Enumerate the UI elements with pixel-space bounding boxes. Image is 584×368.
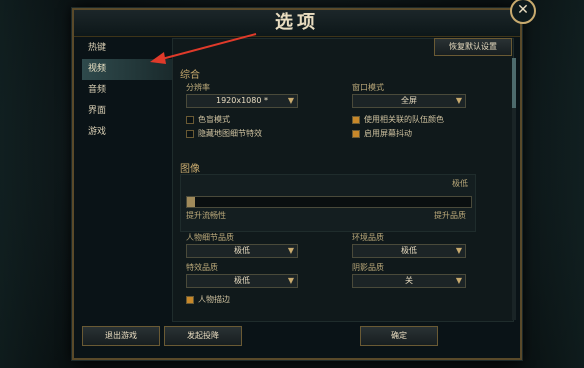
checkbox-box	[186, 115, 194, 124]
chevron-down-icon: ▼	[287, 96, 294, 105]
title-bar: 选项	[74, 10, 520, 37]
effects-quality-value: 极低	[234, 276, 250, 285]
close-icon: ✕	[517, 2, 529, 18]
window-mode-label: 窗口模式	[352, 83, 384, 92]
screen-shake-label: 启用屏幕抖动	[364, 129, 412, 138]
slider-knob[interactable]	[187, 197, 195, 207]
settings-scrollbar[interactable]	[512, 58, 516, 320]
screen-shake-checkbox[interactable]: 启用屏幕抖动	[352, 128, 412, 139]
hide-eye-candy-label: 隐藏地图细节特效	[198, 129, 262, 138]
window-mode-value: 全屏	[401, 96, 417, 105]
team-colors-label: 使用相关联的队伍颜色	[364, 115, 444, 124]
chevron-down-icon: ▼	[287, 276, 294, 285]
character-outline-label: 人物描边	[198, 295, 230, 304]
character-quality-value: 极低	[234, 246, 250, 255]
effects-quality-select[interactable]: 极低 ▼	[186, 274, 298, 288]
window-mode-select[interactable]: 全屏 ▼	[352, 94, 466, 108]
chevron-down-icon: ▼	[455, 246, 462, 255]
graphics-left-hint: 提升流畅性	[186, 211, 226, 220]
environment-quality-value: 极低	[401, 246, 417, 255]
ok-button[interactable]: 确定	[360, 326, 438, 346]
arrow-head	[150, 52, 166, 64]
graphics-slider[interactable]	[186, 196, 472, 208]
shadow-quality-value: 关	[405, 276, 413, 285]
checkbox-box	[186, 295, 194, 304]
team-colors-checkbox[interactable]: 使用相关联的队伍颜色	[352, 114, 444, 125]
chevron-down-icon: ▼	[455, 96, 462, 105]
nav-item-game[interactable]: 游戏	[82, 122, 172, 143]
chevron-down-icon: ▼	[455, 276, 462, 285]
colorblind-label: 色盲模式	[198, 115, 230, 124]
shadow-quality-select[interactable]: 关 ▼	[352, 274, 466, 288]
graphics-header: 图像	[180, 164, 200, 175]
exit-game-button[interactable]: 退出游戏	[82, 326, 160, 346]
chevron-down-icon: ▼	[287, 246, 294, 255]
scroll-thumb[interactable]	[512, 58, 516, 108]
effects-quality-label: 特效品质	[186, 263, 218, 272]
general-header: 综合	[180, 70, 200, 81]
shadow-quality-label: 阴影品质	[352, 263, 384, 272]
checkbox-box	[352, 115, 360, 124]
hide-eye-candy-checkbox[interactable]: 隐藏地图细节特效	[186, 128, 262, 139]
environment-quality-select[interactable]: 极低 ▼	[352, 244, 466, 258]
annotation-arrow	[150, 33, 257, 64]
nav-item-interface[interactable]: 界面	[82, 101, 172, 122]
surrender-button[interactable]: 发起投降	[164, 326, 242, 346]
graphics-right-hint: 提升品质	[434, 211, 466, 220]
arrow-shaft	[157, 33, 257, 61]
resolution-select[interactable]: 1920x1080 * ▼	[186, 94, 298, 108]
environment-quality-label: 环境品质	[352, 233, 384, 242]
resolution-value: 1920x1080 *	[216, 96, 268, 105]
character-outline-checkbox[interactable]: 人物描边	[186, 294, 230, 305]
colorblind-checkbox[interactable]: 色盲模式	[186, 114, 230, 125]
restore-defaults-button[interactable]: 恢复默认设置	[434, 38, 512, 56]
nav-item-audio[interactable]: 音频	[82, 80, 172, 101]
character-quality-label: 人物细节品质	[186, 233, 234, 242]
dialog-title: 选项	[275, 12, 319, 33]
checkbox-box	[352, 129, 360, 138]
graphics-level: 极低	[452, 179, 468, 188]
resolution-label: 分辨率	[186, 83, 210, 92]
checkbox-box	[186, 129, 194, 138]
character-quality-select[interactable]: 极低 ▼	[186, 244, 298, 258]
options-dialog: 选项 热键 视频 音频 界面 游戏 恢复默认设置 综合 分辨率 1920x108…	[72, 8, 522, 360]
